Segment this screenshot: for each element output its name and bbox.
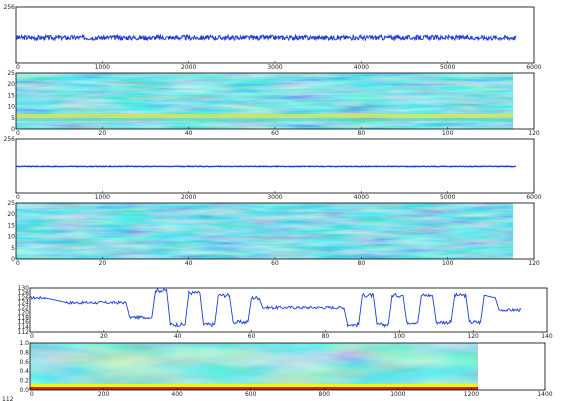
panel-2: 0 20 40 60 80 100 120 0 5 10 15 20 25	[7, 70, 540, 137]
y-tick-label: 20	[7, 81, 15, 88]
x-tick-label: 60	[271, 260, 279, 267]
y-tick-label: 25	[7, 200, 15, 207]
y-tick-label: 20	[7, 211, 15, 218]
cutoff-tick-label: 112	[2, 396, 14, 401]
y-tick-label: 15	[7, 92, 15, 99]
x-tick-label: 2000	[181, 194, 196, 201]
y-tick-label: 256	[4, 136, 16, 143]
x-tick-label: 40	[185, 260, 193, 267]
x-tick-label: 0	[30, 333, 34, 340]
x-tick-label: 1200	[464, 391, 479, 398]
y-tick-label: 5	[11, 115, 15, 122]
panel-2-band-hi	[16, 118, 513, 121]
x-tick-label: 0	[16, 194, 20, 201]
x-tick-label: 5000	[440, 64, 455, 71]
x-tick-label: 100	[394, 333, 406, 340]
y-tick-label: 0.0	[19, 387, 29, 394]
x-tick-label: 200	[98, 391, 110, 398]
x-tick-label: 3000	[267, 194, 282, 201]
panel-6: 0 200 400 600 800 1000 1200 1400 0.0 0.2 0.4 0.6 0.8…	[19, 340, 552, 398]
panel-2-band	[16, 114, 513, 118]
x-tick-label: 20	[99, 130, 107, 137]
x-tick-label: 20	[100, 333, 108, 340]
x-tick-label: 80	[358, 130, 366, 137]
panel-1: 0 1000 2000 3000 4000 5000 6000 256	[4, 4, 542, 71]
y-tick-label: 0.8	[19, 349, 29, 356]
x-tick-label: 400	[171, 391, 183, 398]
x-tick-label: 60	[271, 130, 279, 137]
x-tick-label: 140	[541, 333, 553, 340]
x-tick-label: 120	[467, 333, 479, 340]
x-tick-label: 20	[99, 260, 107, 267]
x-tick-label: 120	[528, 260, 540, 267]
x-tick-label: 0	[16, 130, 20, 137]
panel-4-heatmap	[16, 203, 513, 259]
x-tick-label: 60	[248, 333, 256, 340]
panel-6-heatmap	[30, 343, 478, 390]
y-tick-label: 0.2	[19, 378, 29, 385]
y-tick-label: 10	[7, 234, 15, 241]
y-tick-label: 10	[7, 104, 15, 111]
y-tick-label: 15	[7, 222, 15, 229]
x-tick-label: 0	[16, 260, 20, 267]
panel-3-series-line	[15, 165, 517, 168]
x-tick-label: 6000	[526, 64, 541, 71]
x-tick-label: 120	[528, 130, 540, 137]
figure: 0 1000 2000 3000 4000 5000 6000256 0 20 40 60 80 10…	[2, 4, 553, 401]
x-tick-label: 5000	[440, 194, 455, 201]
y-tick-label: 0.4	[19, 368, 29, 375]
y-tick-label: 5	[11, 245, 15, 252]
y-tick-label: 0	[11, 126, 15, 133]
x-tick-label: 4000	[354, 194, 369, 201]
x-tick-label: 6000	[526, 194, 541, 201]
y-tick-label: 25	[7, 70, 15, 77]
x-tick-label: 1000	[95, 64, 110, 71]
x-tick-label: 0	[30, 391, 34, 398]
x-tick-label: 100	[442, 130, 454, 137]
y-tick-label: 130	[18, 285, 30, 292]
x-tick-label: 4000	[354, 64, 369, 71]
x-tick-label: 40	[174, 333, 182, 340]
panel-6-band-red	[30, 387, 478, 390]
panel-5: 0 20 40 60 80 100 120 1401121141161181201221241…	[18, 285, 553, 340]
x-tick-label: 80	[358, 260, 366, 267]
x-tick-label: 1000	[390, 391, 405, 398]
x-tick-label: 1400	[537, 391, 552, 398]
panel-6-band-yellow	[30, 384, 478, 387]
x-tick-label: 3000	[267, 64, 282, 71]
panel-3: 0 1000 2000 3000 4000 5000 6000 256	[4, 136, 542, 201]
x-tick-label: 800	[319, 391, 331, 398]
x-tick-label: 80	[322, 333, 330, 340]
y-tick-label: 0.6	[19, 359, 29, 366]
x-tick-label: 0	[16, 64, 20, 71]
panel-5-frame	[29, 287, 548, 333]
x-tick-label: 100	[442, 260, 454, 267]
panel-4: 0 20 40 60 80 100 120 0 5 10 15 20 25	[7, 200, 540, 267]
x-tick-label: 40	[185, 130, 193, 137]
x-tick-label: 600	[245, 391, 257, 398]
y-tick-label: 1.0	[19, 340, 29, 347]
x-tick-label: 1000	[95, 194, 110, 201]
y-tick-label: 0	[11, 256, 15, 263]
x-tick-label: 2000	[181, 64, 196, 71]
y-tick-label: 256	[4, 4, 16, 11]
